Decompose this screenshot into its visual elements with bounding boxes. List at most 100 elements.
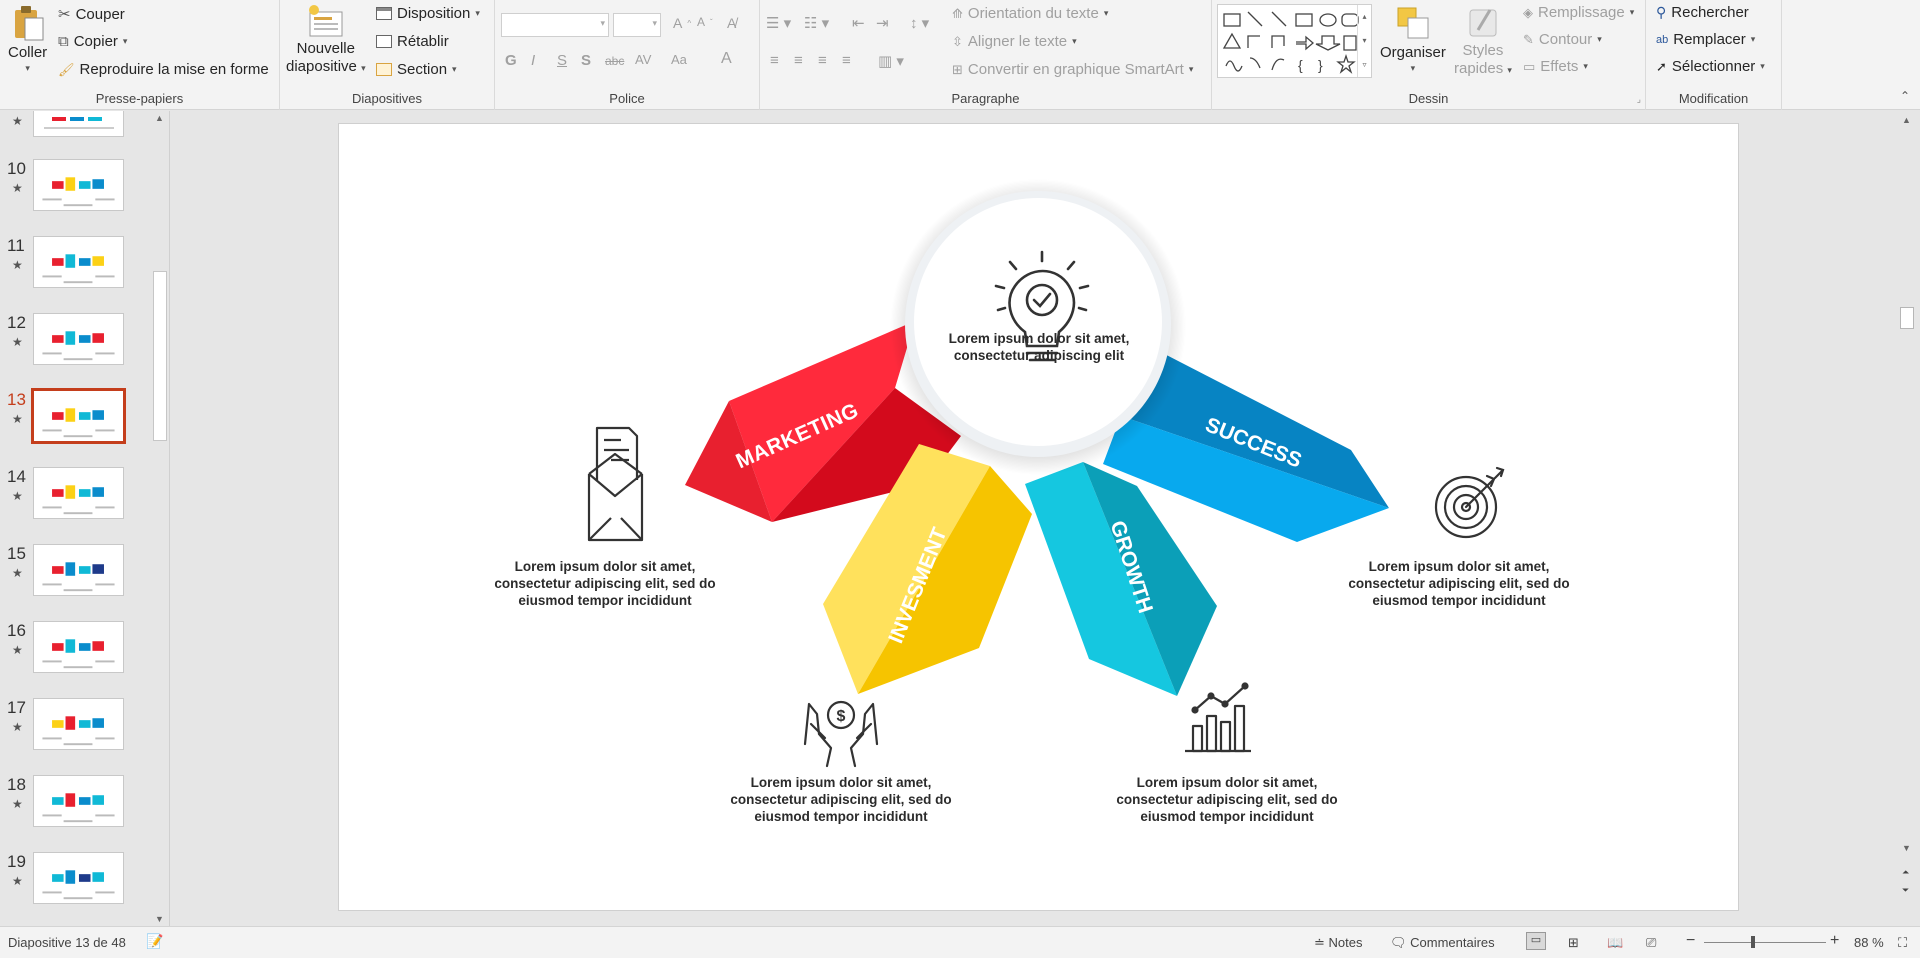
strikethrough-button[interactable]: abc bbox=[605, 54, 624, 68]
copy-button[interactable]: ⧉ Copier ▾ bbox=[58, 33, 127, 50]
invesment-text-block[interactable]: Lorem ipsum dolor sit amet, consectetur … bbox=[721, 774, 961, 825]
shapes-gallery[interactable]: {} ▴ ▾ ▿ bbox=[1217, 4, 1372, 78]
shape-fill-button[interactable]: ◈ Remplissage ▾ bbox=[1523, 4, 1634, 21]
slide-sorter-icon[interactable]: ⊞ bbox=[1568, 935, 1579, 951]
cut-button[interactable]: ✂ Couper bbox=[58, 5, 125, 24]
char-spacing-button[interactable]: AV bbox=[635, 52, 651, 67]
slide-thumbnail[interactable] bbox=[33, 698, 124, 750]
justify-button[interactable]: ≡ bbox=[842, 52, 851, 69]
thumbnails-scroll-down-icon[interactable]: ▼ bbox=[155, 914, 164, 924]
editor-scroll-thumb[interactable] bbox=[1900, 307, 1914, 329]
shape-outline-button[interactable]: ✎ Contour ▾ bbox=[1523, 31, 1602, 48]
slideshow-icon[interactable]: ⎚ bbox=[1646, 935, 1656, 951]
reading-view-icon[interactable]: 📖 bbox=[1607, 935, 1623, 951]
slide-thumbnail[interactable] bbox=[33, 467, 124, 519]
marketing-text-block[interactable]: Lorem ipsum dolor sit amet, consectetur … bbox=[485, 558, 725, 609]
line-spacing-button[interactable]: ↕ ▾ bbox=[910, 14, 929, 32]
align-left-button[interactable]: ≡ bbox=[770, 52, 779, 69]
spellcheck-icon[interactable]: 📝 bbox=[146, 933, 163, 950]
grow-font-button[interactable]: A ^ bbox=[673, 15, 691, 31]
slide-thumbnail-row[interactable]: 15 ★ bbox=[0, 544, 150, 604]
slide-thumbnail[interactable] bbox=[33, 313, 124, 365]
slide-thumbnail-row[interactable]: 12 ★ bbox=[0, 313, 150, 373]
prev-slide-icon[interactable]: ⏶ bbox=[1902, 867, 1909, 878]
thumbnail-shape bbox=[92, 179, 104, 189]
slide-thumbnail-row[interactable]: 18 ★ bbox=[0, 775, 150, 835]
align-right-button[interactable]: ≡ bbox=[818, 52, 827, 69]
slide-thumbnail-row[interactable]: 13 ★ bbox=[0, 388, 150, 450]
current-slide[interactable]: MARKETING INVESMENT GROWTH SUCCESS $ Lor… bbox=[338, 123, 1739, 911]
italic-button[interactable]: I bbox=[531, 52, 535, 69]
zoom-level[interactable]: 88 % bbox=[1854, 935, 1884, 950]
zoom-in-icon[interactable]: + bbox=[1830, 932, 1839, 950]
slide-thumbnail-row[interactable]: 10 ★ bbox=[0, 159, 150, 219]
text-direction-button[interactable]: ⟰ Orientation du texte ▾ bbox=[952, 5, 1108, 22]
slide-thumbnail[interactable] bbox=[33, 775, 124, 827]
shadow-button[interactable]: S bbox=[581, 52, 591, 69]
change-case-button[interactable]: Aa bbox=[671, 52, 687, 67]
editor-scrollbar[interactable]: ▲ ▼ ⏶ ⏷ bbox=[1899, 111, 1915, 926]
editing-group: ⚲ Rechercher ab Remplacer ▾ ➚ Sélectionner ▾ … bbox=[1646, 0, 1782, 110]
shrink-font-button[interactable]: Aˇ bbox=[697, 15, 713, 29]
quick-styles-button[interactable]: Styles rapides ▾ bbox=[1454, 4, 1512, 79]
center-text-line-2: consectetur adipiscing elit bbox=[953, 348, 1125, 363]
notes-button[interactable]: ≐ Notes bbox=[1314, 935, 1363, 951]
align-text-button[interactable]: ⇳ Aligner le texte ▾ bbox=[952, 33, 1077, 50]
zoom-slider-thumb[interactable] bbox=[1751, 936, 1755, 948]
thumbnails-scroll-thumb[interactable] bbox=[153, 271, 167, 441]
next-slide-icon[interactable]: ⏷ bbox=[1902, 885, 1909, 896]
slide-thumbnail[interactable] bbox=[33, 159, 124, 211]
font-name-input[interactable]: ▾ bbox=[501, 13, 609, 37]
animation-star-icon: ★ bbox=[12, 720, 23, 734]
slide-thumbnail-row[interactable]: 19 ★ bbox=[0, 852, 150, 912]
shapes-scroll[interactable]: ▴ ▾ ▿ bbox=[1357, 5, 1371, 77]
replace-button[interactable]: ab Remplacer ▾ bbox=[1656, 31, 1755, 48]
success-text-block[interactable]: Lorem ipsum dolor sit amet, consectetur … bbox=[1339, 558, 1579, 609]
format-painter-button[interactable]: 🖌 Reproduire la mise en forme bbox=[58, 61, 269, 78]
layout-button[interactable]: Disposition ▾ bbox=[376, 5, 480, 22]
slide-thumbnail[interactable] bbox=[33, 621, 124, 673]
section-button[interactable]: Section ▾ bbox=[376, 61, 457, 78]
font-size-input[interactable]: ▾ bbox=[613, 13, 661, 37]
slide-thumbnail-row[interactable]: 11 ★ bbox=[0, 236, 150, 296]
thumbnails-scrollbar[interactable]: ▲ ▼ bbox=[152, 111, 168, 926]
thumbnails-scroll-up-icon[interactable]: ▲ bbox=[155, 113, 164, 123]
numbering-button[interactable]: ☷ ▾ bbox=[804, 14, 829, 32]
align-center-button[interactable]: ≡ bbox=[794, 52, 803, 69]
find-button[interactable]: ⚲ Rechercher bbox=[1656, 4, 1749, 21]
shape-effects-button[interactable]: ▭ Effets ▾ bbox=[1523, 58, 1588, 75]
zoom-out-icon[interactable]: − bbox=[1686, 932, 1695, 950]
columns-button[interactable]: ▥ ▾ bbox=[878, 52, 904, 70]
quick-styles-icon bbox=[1469, 9, 1497, 37]
normal-view-icon[interactable]: ▭ bbox=[1526, 932, 1546, 950]
arrange-button[interactable]: Organiser ▾ bbox=[1380, 4, 1446, 74]
clear-format-button[interactable]: A̸ bbox=[727, 15, 736, 31]
collapse-ribbon-icon[interactable]: ⌃ bbox=[1900, 89, 1910, 103]
zoom-slider[interactable] bbox=[1704, 936, 1826, 948]
slide-thumbnail-row[interactable]: 16 ★ bbox=[0, 621, 150, 681]
fit-slide-icon[interactable]: ⛶ bbox=[1898, 935, 1907, 951]
new-slide-button[interactable]: Nouvelle diapositive ▾ bbox=[286, 4, 366, 77]
growth-text-block[interactable]: Lorem ipsum dolor sit amet, consectetur … bbox=[1107, 774, 1347, 825]
comments-button[interactable]: 🗨 Commentaires bbox=[1390, 935, 1495, 951]
increase-indent-button[interactable]: ⇥ bbox=[876, 14, 889, 32]
editor-scroll-down-icon[interactable]: ▼ bbox=[1902, 843, 1911, 853]
underline-button[interactable]: S bbox=[557, 52, 567, 69]
reset-button[interactable]: Rétablir bbox=[376, 33, 449, 50]
slide-thumbnail-row[interactable]: 17 ★ bbox=[0, 698, 150, 758]
editor-scroll-up-icon[interactable]: ▲ bbox=[1902, 115, 1911, 125]
select-button[interactable]: ➚ Sélectionner ▾ bbox=[1656, 58, 1765, 75]
slide-thumbnail[interactable] bbox=[33, 236, 124, 288]
decrease-indent-button[interactable]: ⇤ bbox=[852, 14, 865, 32]
smartart-button[interactable]: ⊞ Convertir en graphique SmartArt ▾ bbox=[952, 61, 1193, 78]
slide-thumbnail[interactable] bbox=[33, 544, 124, 596]
thumbnail-partial[interactable] bbox=[33, 111, 124, 137]
slide-thumbnail[interactable] bbox=[31, 388, 126, 444]
bold-button[interactable]: G bbox=[505, 52, 517, 69]
slide-thumbnail-row[interactable]: 14 ★ bbox=[0, 467, 150, 527]
center-text[interactable]: Lorem ipsum dolor sit amet, consectetur … bbox=[899, 330, 1179, 364]
paste-button[interactable]: Coller ▾ bbox=[8, 4, 47, 74]
font-color-button[interactable]: A bbox=[721, 50, 732, 68]
bullets-button[interactable]: ☰ ▾ bbox=[766, 14, 791, 32]
slide-thumbnail[interactable] bbox=[33, 852, 124, 904]
